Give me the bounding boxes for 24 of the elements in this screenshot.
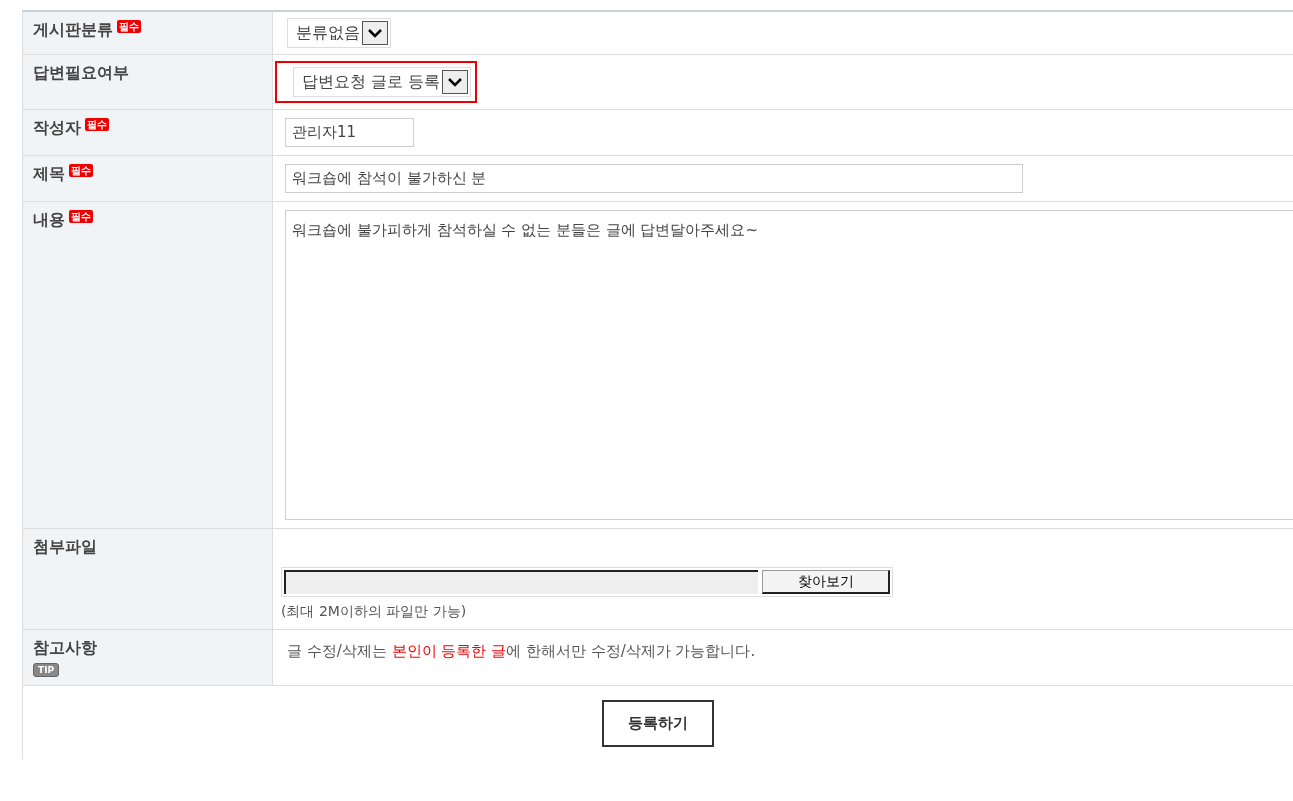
select-field[interactable]: 분류없음 [287,18,391,48]
submit-button[interactable]: 등록하기 [602,700,714,747]
field-label: 게시판분류 [33,20,113,41]
field-label: 참고사항 [33,638,97,659]
select-field[interactable]: 답변요청 글로 등록 [293,67,472,97]
field-label: 답변필요여부 [33,63,129,84]
input-field[interactable]: 관리자11 [285,118,414,147]
dropdown-icon [442,70,469,94]
dropdown-icon [362,21,388,45]
required-badge: 필수 [85,118,109,131]
field-label: 제목 [33,164,65,185]
required-badge: 필수 [69,164,93,177]
input-field[interactable]: 워크숍에 참석이 불가하신 분 [285,164,1023,193]
browse-button[interactable]: 찾아보기 [762,570,890,594]
field-label: 첨부파일 [33,537,97,558]
field-label: 내용 [33,210,65,231]
required-badge: 필수 [117,20,141,33]
field-label: 작성자 [33,118,81,139]
file-field[interactable] [284,570,758,594]
tip-badge: TIP [33,663,60,677]
textarea-field[interactable]: 워크숍에 불가피하게 참석하실 수 없는 분들은 글에 답변달아주세요~ [285,210,1293,520]
file-hint: (최대 2M이하의 파일만 가능) [281,603,467,621]
note-text: 글 수정/삭제는 본인이 등록한 글에 한해서만 수정/삭제가 가능합니다. [287,642,756,661]
required-badge: 필수 [69,210,93,223]
